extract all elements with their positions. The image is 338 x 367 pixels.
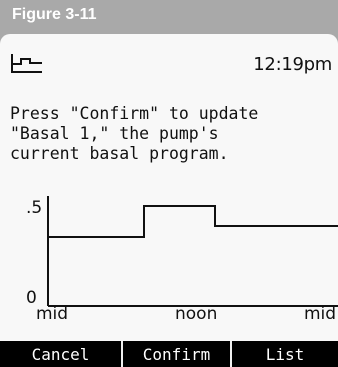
graph-x-label-end: mid <box>304 304 337 324</box>
figure-header: Figure 3-11 <box>0 0 338 34</box>
status-time: 12:19pm <box>253 54 332 75</box>
graph-y-max-label: .5 <box>26 198 43 218</box>
list-button[interactable]: List <box>232 341 338 367</box>
message-line: current basal program. <box>10 144 229 163</box>
message-line: Press "Confirm" to update <box>10 104 259 123</box>
graph-x-label-noon: noon <box>175 304 218 324</box>
basal-rate-line <box>48 205 338 238</box>
basal-rate-graph <box>47 196 338 307</box>
basal-program-icon <box>11 54 42 73</box>
graph-x-label-start: mid <box>36 304 69 324</box>
confirm-button[interactable]: Confirm <box>123 341 232 367</box>
instruction-message: Press "Confirm" to update "Basal 1," the… <box>10 104 258 164</box>
cancel-button[interactable]: Cancel <box>0 341 123 367</box>
softkey-bar: Cancel Confirm List <box>0 341 338 367</box>
message-line: "Basal 1," the pump's <box>10 124 219 143</box>
figure-label: Figure 3-11 <box>12 6 97 23</box>
pump-screen: 12:19pm Press "Confirm" to update "Basal… <box>0 34 338 367</box>
